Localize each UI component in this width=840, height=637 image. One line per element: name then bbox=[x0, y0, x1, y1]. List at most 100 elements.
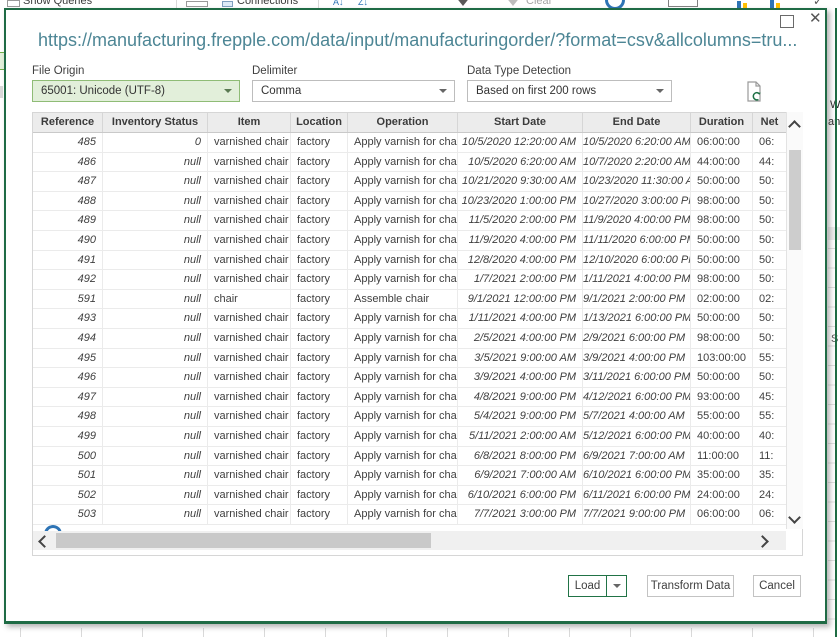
cell-reference: 500 bbox=[33, 447, 103, 466]
cell-operation: Apply varnish for chair bbox=[348, 192, 458, 211]
refresh-all-icon bbox=[605, 0, 625, 8]
cell-inventory-status: null bbox=[103, 486, 208, 505]
chart-bar-icon bbox=[770, 0, 774, 8]
cell-operation: Apply varnish for chair bbox=[348, 172, 458, 191]
cell-end-date: 2/9/2021 6:00:00 PM bbox=[583, 329, 691, 348]
cell-end-date: 12/10/2020 6:00:00 PM bbox=[583, 251, 691, 270]
table-row: 4850varnished chairfactoryApply varnish … bbox=[33, 133, 802, 153]
delimiter-dropdown[interactable]: Comma bbox=[252, 80, 455, 102]
cell-operation: Apply varnish for chair bbox=[348, 133, 458, 152]
cell-end-date: 6/10/2021 6:00:00 PM bbox=[583, 466, 691, 485]
column-header-duration: Duration bbox=[691, 113, 753, 132]
file-origin-label: File Origin bbox=[32, 65, 84, 77]
cancel-button[interactable]: Cancel bbox=[753, 575, 801, 597]
transform-data-button[interactable]: Transform Data bbox=[647, 575, 734, 597]
cell-net: 55: bbox=[753, 407, 787, 426]
cell-start-date: 10/5/2020 6:20:00 AM bbox=[458, 153, 583, 172]
cell-inventory-status: null bbox=[103, 447, 208, 466]
file-origin-dropdown[interactable]: 65001: Unicode (UTF-8) bbox=[32, 80, 240, 102]
cell-operation: Apply varnish for chair bbox=[348, 211, 458, 230]
cell-location: factory bbox=[291, 133, 348, 152]
table-row: 494nullvarnished chairfactoryApply varni… bbox=[33, 329, 802, 349]
cell-inventory-status: null bbox=[103, 270, 208, 289]
table-row: 488nullvarnished chairfactoryApply varni… bbox=[33, 192, 802, 212]
cell-net: 06: bbox=[753, 133, 787, 152]
cell-duration: 06:00:00 bbox=[691, 133, 753, 152]
load-split-arrow-button[interactable] bbox=[606, 575, 627, 597]
horizontal-scrollbar-thumb[interactable] bbox=[56, 533, 431, 548]
data-type-detection-dropdown[interactable]: Based on first 200 rows bbox=[467, 80, 672, 102]
cell-item: varnished chair bbox=[208, 407, 291, 426]
cell-start-date: 3/5/2021 9:00:00 AM bbox=[458, 349, 583, 368]
dialog-title-url: https://manufacturing.frepple.com/data/i… bbox=[38, 30, 813, 51]
cell-location: factory bbox=[291, 329, 348, 348]
cell-end-date: 3/11/2021 6:00:00 PM bbox=[583, 368, 691, 387]
cell-start-date: 4/8/2021 9:00:00 PM bbox=[458, 388, 583, 407]
table-row: 498nullvarnished chairfactoryApply varni… bbox=[33, 407, 802, 427]
cell-end-date: 5/12/2021 6:00:00 PM bbox=[583, 427, 691, 446]
cell-start-date: 7/7/2021 3:00:00 PM bbox=[458, 505, 583, 524]
cell-inventory-status: null bbox=[103, 192, 208, 211]
cell-item: varnished chair bbox=[208, 505, 291, 524]
sheet-fragment-left bbox=[0, 86, 3, 98]
refresh-preview-icon[interactable] bbox=[744, 81, 764, 108]
ribbon-separator bbox=[176, 0, 177, 8]
cell-item: varnished chair bbox=[208, 368, 291, 387]
cell-start-date: 10/21/2020 9:30:00 AM bbox=[458, 172, 583, 191]
cell-duration: 50:00:00 bbox=[691, 309, 753, 328]
cell-duration: 98:00:00 bbox=[691, 329, 753, 348]
cell-start-date: 6/10/2021 6:00:00 PM bbox=[458, 486, 583, 505]
cell-start-date: 6/8/2021 8:00:00 PM bbox=[458, 447, 583, 466]
cell-location: factory bbox=[291, 231, 348, 250]
cell-end-date: 10/27/2020 3:00:00 PM bbox=[583, 192, 691, 211]
cell-operation: Apply varnish for chair bbox=[348, 231, 458, 250]
cell-net: 02: bbox=[753, 290, 787, 309]
file-origin-value: 65001: Unicode (UTF-8) bbox=[41, 85, 165, 97]
cell-start-date: 1/11/2021 4:00:00 PM bbox=[458, 309, 583, 328]
cell-duration: 44:00:00 bbox=[691, 153, 753, 172]
column-header-operation: Operation bbox=[348, 113, 458, 132]
screen: Show Queries Connections A↓ Z↓ Clear ✓ W… bbox=[0, 0, 840, 637]
cell-start-date: 5/4/2021 9:00:00 PM bbox=[458, 407, 583, 426]
cell-net: 50: bbox=[753, 231, 787, 250]
cell-end-date: 4/12/2021 6:00:00 PM bbox=[583, 388, 691, 407]
cell-net: 35: bbox=[753, 466, 787, 485]
cell-duration: 35:00:00 bbox=[691, 466, 753, 485]
table-row: 496nullvarnished chairfactoryApply varni… bbox=[33, 368, 802, 388]
cell-inventory-status: null bbox=[103, 251, 208, 270]
cell-operation: Apply varnish for chair bbox=[348, 270, 458, 289]
cell-inventory-status: null bbox=[103, 211, 208, 230]
column-header-end-date: End Date bbox=[583, 113, 691, 132]
cell-duration: 93:00:00 bbox=[691, 388, 753, 407]
cell-duration: 02:00:00 bbox=[691, 290, 753, 309]
cell-item: varnished chair bbox=[208, 329, 291, 348]
window-close-button[interactable]: ✕ bbox=[809, 9, 822, 27]
load-button[interactable]: Load bbox=[568, 575, 607, 597]
cell-inventory-status: null bbox=[103, 388, 208, 407]
vertical-scrollbar-thumb[interactable] bbox=[789, 150, 801, 250]
cell-operation: Apply varnish for chair bbox=[348, 388, 458, 407]
cell-start-date: 11/9/2020 4:00:00 PM bbox=[458, 231, 583, 250]
cell-operation: Apply varnish for chair bbox=[348, 466, 458, 485]
cell-net: 50: bbox=[753, 251, 787, 270]
borders-icon bbox=[668, 0, 698, 7]
window-maximize-button[interactable] bbox=[780, 15, 794, 28]
cell-location: factory bbox=[291, 466, 348, 485]
cell-item: varnished chair bbox=[208, 349, 291, 368]
cell-location: factory bbox=[291, 505, 348, 524]
cell-net: 40: bbox=[753, 427, 787, 446]
table-row: 502nullvarnished chairfactoryApply varni… bbox=[33, 486, 802, 506]
cell-reference: 485 bbox=[33, 133, 103, 152]
cell-start-date: 5/11/2021 2:00:00 AM bbox=[458, 427, 583, 446]
cell-location: factory bbox=[291, 172, 348, 191]
cell-item: chair bbox=[208, 290, 291, 309]
cell-inventory-status: null bbox=[103, 407, 208, 426]
cell-net: 24: bbox=[753, 486, 787, 505]
cell-end-date: 1/13/2021 6:00:00 PM bbox=[583, 309, 691, 328]
cell-location: factory bbox=[291, 290, 348, 309]
cell-item: varnished chair bbox=[208, 309, 291, 328]
cell-inventory-status: null bbox=[103, 153, 208, 172]
cell-duration: 103:00:00 bbox=[691, 349, 753, 368]
chevron-down-icon bbox=[613, 584, 621, 588]
properties-icon bbox=[186, 1, 208, 7]
